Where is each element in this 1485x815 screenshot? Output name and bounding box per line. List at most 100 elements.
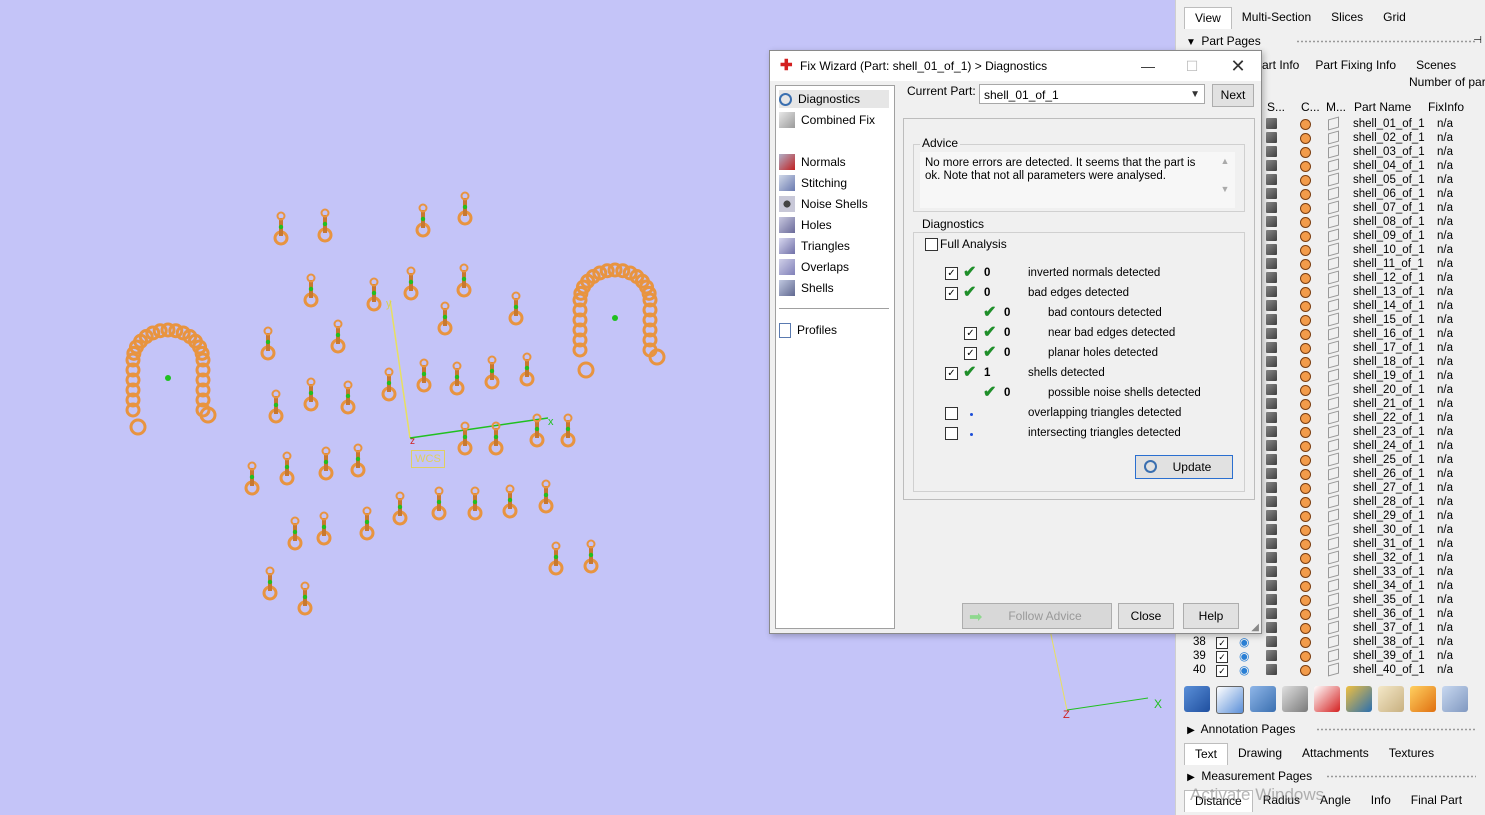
- color-swatch[interactable]: [1300, 637, 1311, 648]
- color-swatch[interactable]: [1300, 553, 1311, 564]
- nav-holes[interactable]: Holes: [779, 216, 889, 234]
- color-swatch[interactable]: [1300, 371, 1311, 382]
- nav-overlaps[interactable]: Overlaps: [779, 258, 889, 276]
- color-swatch[interactable]: [1300, 455, 1311, 466]
- shells-checkbox[interactable]: ✓: [945, 367, 958, 380]
- annotation-pages-header[interactable]: ▶ Annotation Pages: [1176, 720, 1485, 738]
- select-all-icon[interactable]: [1184, 686, 1210, 712]
- delete-part-icon[interactable]: [1314, 686, 1340, 712]
- nav-shells[interactable]: Shells: [779, 279, 889, 297]
- tab-final-part[interactable]: Final Part: [1401, 790, 1472, 812]
- color-swatch[interactable]: [1300, 427, 1311, 438]
- bad-edges-checkbox[interactable]: ✓: [945, 287, 958, 300]
- resize-grip-icon[interactable]: ◢: [1251, 622, 1259, 633]
- col-fixinfo[interactable]: FixInfo: [1428, 100, 1464, 114]
- color-swatch[interactable]: [1300, 329, 1311, 340]
- full-analysis-checkbox[interactable]: [925, 238, 938, 251]
- table-row[interactable]: 39 ✓ ◉ shell_39_of_1 n/a: [1176, 648, 1485, 664]
- show-parts-icon[interactable]: [1250, 686, 1276, 712]
- color-swatch[interactable]: [1300, 567, 1311, 578]
- close-button[interactable]: Close: [1118, 603, 1174, 629]
- planar-holes-checkbox[interactable]: ✓: [964, 347, 977, 360]
- color-swatch[interactable]: [1300, 273, 1311, 284]
- color-swatch[interactable]: [1300, 203, 1311, 214]
- dialog-titlebar[interactable]: ✚ Fix Wizard (Part: shell_01_of_1) > Dia…: [770, 51, 1261, 81]
- tab-attachments[interactable]: Attachments: [1292, 743, 1379, 765]
- minimize-icon[interactable]: —: [1134, 55, 1162, 77]
- pin-icon[interactable]: ⊣: [1473, 32, 1482, 50]
- color-swatch[interactable]: [1300, 651, 1311, 662]
- color-swatch[interactable]: [1300, 217, 1311, 228]
- eye-icon[interactable]: ◉: [1239, 663, 1249, 677]
- close-icon[interactable]: ✕: [1224, 55, 1252, 77]
- color-swatch[interactable]: [1300, 595, 1311, 606]
- merge-parts-icon[interactable]: [1346, 686, 1372, 712]
- color-swatch[interactable]: [1300, 189, 1311, 200]
- more-icon[interactable]: [1442, 686, 1468, 712]
- tab-drawing[interactable]: Drawing: [1228, 743, 1292, 765]
- color-swatch[interactable]: [1300, 581, 1311, 592]
- color-swatch[interactable]: [1300, 623, 1311, 634]
- follow-advice-button[interactable]: ➡ Follow Advice: [962, 603, 1112, 629]
- nav-triangles[interactable]: Triangles: [779, 237, 889, 255]
- color-swatch[interactable]: [1300, 385, 1311, 396]
- color-swatch[interactable]: [1300, 161, 1311, 172]
- color-swatch[interactable]: [1300, 469, 1311, 480]
- color-swatch[interactable]: [1300, 287, 1311, 298]
- next-button[interactable]: Next: [1212, 84, 1254, 107]
- maximize-icon[interactable]: ☐: [1178, 55, 1206, 77]
- col-status[interactable]: S...: [1267, 100, 1285, 114]
- eye-icon[interactable]: ◉: [1239, 649, 1249, 663]
- eye-icon[interactable]: ◉: [1239, 635, 1249, 649]
- tab-part-info[interactable]: art Info: [1256, 55, 1305, 77]
- row-checkbox[interactable]: ✓: [1216, 637, 1228, 649]
- color-swatch[interactable]: [1300, 259, 1311, 270]
- tab-multi-section[interactable]: Multi-Section: [1232, 7, 1321, 29]
- part-pages-header[interactable]: ▼ Part Pages ⊣: [1176, 32, 1485, 50]
- color-swatch[interactable]: [1300, 511, 1311, 522]
- near-bad-edges-checkbox[interactable]: ✓: [964, 327, 977, 340]
- nav-normals[interactable]: Normals: [779, 153, 889, 171]
- color-swatch[interactable]: [1300, 483, 1311, 494]
- color-swatch[interactable]: [1300, 119, 1311, 130]
- color-swatch[interactable]: [1300, 231, 1311, 242]
- invert-selection-icon[interactable]: [1216, 686, 1244, 714]
- col-mesh[interactable]: M...: [1326, 100, 1346, 114]
- color-swatch[interactable]: [1300, 133, 1311, 144]
- nav-diagnostics[interactable]: Diagnostics: [779, 90, 889, 108]
- current-part-select[interactable]: shell_01_of_1 ▼: [979, 84, 1205, 104]
- tab-grid[interactable]: Grid: [1373, 7, 1416, 29]
- color-swatch[interactable]: [1300, 301, 1311, 312]
- row-checkbox[interactable]: ✓: [1216, 651, 1228, 663]
- color-swatch[interactable]: [1300, 399, 1311, 410]
- color-swatch[interactable]: [1300, 343, 1311, 354]
- col-part-name[interactable]: Part Name: [1354, 100, 1411, 114]
- color-swatch[interactable]: [1300, 413, 1311, 424]
- tab-part-fixing-info[interactable]: Part Fixing Info: [1305, 55, 1406, 77]
- inverted-normals-checkbox[interactable]: ✓: [945, 267, 958, 280]
- tab-slices[interactable]: Slices: [1321, 7, 1373, 29]
- intersecting-checkbox[interactable]: [945, 427, 958, 440]
- tab-view[interactable]: View: [1184, 7, 1232, 29]
- nav-noise-shells[interactable]: Noise Shells: [779, 195, 889, 213]
- tab-info[interactable]: Info: [1361, 790, 1401, 812]
- help-button[interactable]: Help: [1183, 603, 1239, 629]
- color-swatch[interactable]: [1300, 245, 1311, 256]
- table-row[interactable]: 38 ✓ ◉ shell_38_of_1 n/a: [1176, 634, 1485, 650]
- color-swatch[interactable]: [1300, 315, 1311, 326]
- row-checkbox[interactable]: ✓: [1216, 665, 1228, 677]
- advice-scrollbar[interactable]: ▲ ▼: [1219, 154, 1231, 202]
- color-swatch[interactable]: [1300, 357, 1311, 368]
- color-swatch[interactable]: [1300, 147, 1311, 158]
- hide-parts-icon[interactable]: [1282, 686, 1308, 712]
- tab-scenes[interactable]: Scenes: [1406, 55, 1466, 77]
- color-swatch[interactable]: [1300, 497, 1311, 508]
- nav-profiles[interactable]: Profiles: [779, 321, 889, 339]
- tab-text[interactable]: Text: [1184, 743, 1229, 765]
- nav-stitching[interactable]: Stitching: [779, 174, 889, 192]
- table-row[interactable]: 40 ✓ ◉ shell_40_of_1 n/a: [1176, 662, 1485, 678]
- color-swatch[interactable]: [1300, 175, 1311, 186]
- open-folder-icon[interactable]: [1378, 686, 1404, 712]
- update-button[interactable]: Update: [1135, 455, 1233, 479]
- color-swatch[interactable]: [1300, 665, 1311, 676]
